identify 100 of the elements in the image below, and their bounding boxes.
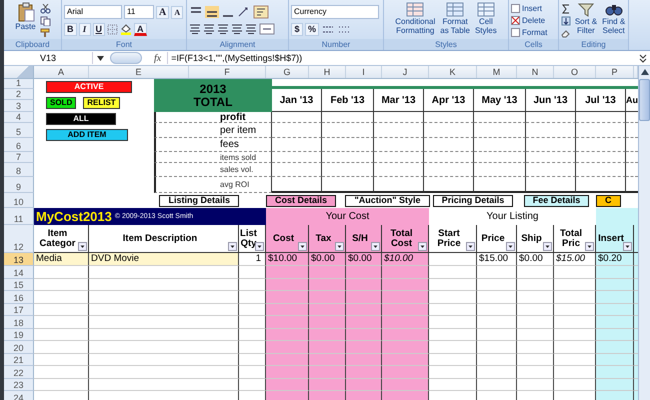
column-header[interactable]: A (34, 66, 89, 78)
table-cell[interactable]: $0.00 (346, 253, 382, 266)
table-cell[interactable] (554, 378, 596, 391)
table-cell[interactable] (346, 341, 382, 354)
table-cell[interactable] (596, 354, 634, 366)
row-header[interactable]: 23 (4, 378, 34, 391)
table-cell[interactable] (34, 278, 89, 291)
table-cell[interactable] (477, 266, 517, 278)
table-cell[interactable] (239, 378, 266, 391)
row-header[interactable]: 16 (4, 291, 34, 304)
align-icon[interactable] (231, 24, 243, 34)
table-cell[interactable] (266, 291, 309, 304)
table-cell[interactable] (429, 304, 477, 316)
align-icon[interactable] (203, 24, 215, 34)
row-header[interactable]: 6 (4, 138, 34, 152)
merge-cells-icon[interactable] (259, 23, 275, 35)
table-cell[interactable] (554, 341, 596, 354)
table-cell[interactable] (309, 341, 346, 354)
column-header[interactable]: N (517, 66, 554, 78)
table-cell[interactable] (429, 366, 477, 378)
table-cell[interactable] (477, 341, 517, 354)
table-cell[interactable] (596, 304, 634, 316)
table-cell[interactable] (266, 391, 309, 400)
table-cell[interactable] (596, 391, 634, 400)
table-cell[interactable] (239, 328, 266, 341)
style-button[interactable]: Conditional Formatting (394, 2, 436, 35)
filter-dropdown-icon[interactable] (543, 242, 552, 251)
table-cell[interactable] (89, 266, 239, 278)
table-cell[interactable] (382, 304, 429, 316)
table-cell[interactable] (89, 316, 239, 328)
filter-dropdown-icon[interactable] (255, 242, 264, 251)
table-cell[interactable] (554, 291, 596, 304)
filter-dropdown-icon[interactable] (623, 242, 632, 251)
row-header[interactable]: 3 (4, 100, 34, 112)
table-cell[interactable] (239, 341, 266, 354)
table-cell[interactable] (596, 266, 634, 278)
table-cell[interactable] (89, 278, 239, 291)
table-cell[interactable] (429, 278, 477, 291)
scroll-up-icon[interactable] (640, 69, 648, 75)
table-cell[interactable] (429, 291, 477, 304)
insert-function-button[interactable]: fx (154, 52, 162, 64)
row-header[interactable]: 12 (4, 225, 34, 253)
column-header[interactable]: F (189, 66, 266, 78)
filter-dropdown-icon[interactable] (466, 242, 475, 251)
fill-down-icon[interactable] (560, 16, 571, 26)
editing-button[interactable]: Sort & Filter (574, 2, 598, 35)
table-cell[interactable] (382, 341, 429, 354)
table-cell[interactable] (309, 291, 346, 304)
name-box[interactable]: V13 (4, 52, 93, 64)
scroll-thumb[interactable] (639, 79, 650, 121)
table-cell[interactable] (89, 341, 239, 354)
table-cell[interactable] (382, 354, 429, 366)
table-cell[interactable] (34, 316, 89, 328)
table-cell[interactable] (34, 304, 89, 316)
table-cell[interactable] (346, 328, 382, 341)
style-button[interactable]: Cell Styles (474, 2, 498, 35)
table-cell[interactable] (477, 378, 517, 391)
table-cell[interactable] (477, 316, 517, 328)
style-button[interactable]: Format as Table (439, 2, 471, 35)
table-cell[interactable] (596, 378, 634, 391)
filter-dropdown-icon[interactable] (371, 242, 380, 251)
table-cell[interactable] (239, 316, 266, 328)
table-cell[interactable] (596, 278, 634, 291)
column-header[interactable]: J (382, 66, 429, 78)
table-cell[interactable] (239, 291, 266, 304)
table-cell[interactable] (346, 316, 382, 328)
table-cell[interactable] (382, 328, 429, 341)
caret-icon[interactable] (97, 56, 104, 60)
table-cell[interactable] (309, 354, 346, 366)
table-cell[interactable]: $15.00 (477, 253, 517, 266)
table-cell[interactable] (554, 354, 596, 366)
column-header[interactable]: H (309, 66, 346, 78)
vertical-scrollbar[interactable] (638, 66, 650, 400)
table-cell[interactable]: Media (34, 253, 89, 266)
filter-button[interactable]: ACTIVE (46, 81, 132, 93)
row-header[interactable]: 10 (4, 193, 34, 208)
table-cell[interactable] (309, 278, 346, 291)
table-cell[interactable] (517, 341, 554, 354)
table-cell[interactable] (266, 328, 309, 341)
column-header[interactable]: P (596, 66, 634, 78)
table-cell[interactable] (309, 328, 346, 341)
table-cell[interactable] (382, 278, 429, 291)
table-cell[interactable] (346, 278, 382, 291)
table-cell[interactable] (554, 278, 596, 291)
table-cell[interactable] (89, 366, 239, 378)
table-cell[interactable] (477, 354, 517, 366)
table-cell[interactable] (266, 266, 309, 278)
table-cell[interactable] (346, 291, 382, 304)
filter-dropdown-icon[interactable] (506, 242, 515, 251)
currency-style-button[interactable]: $ (291, 22, 303, 36)
table-cell[interactable] (477, 291, 517, 304)
table-cell[interactable] (429, 354, 477, 366)
table-cell[interactable] (382, 266, 429, 278)
table-cell[interactable] (477, 328, 517, 341)
table-cell[interactable] (554, 304, 596, 316)
column-header[interactable]: I (346, 66, 382, 78)
row-header[interactable]: 11 (4, 208, 34, 225)
row-header[interactable]: 4 (4, 112, 34, 123)
view-button[interactable]: "Auction" Style (345, 194, 430, 206)
filter-dropdown-icon[interactable] (228, 242, 237, 251)
